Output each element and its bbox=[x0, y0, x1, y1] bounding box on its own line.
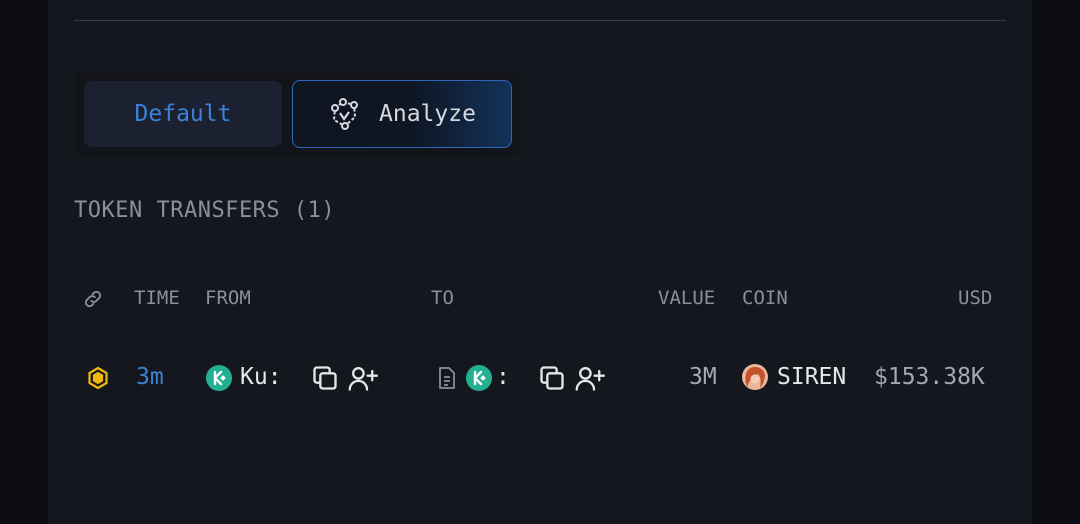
analyze-view-label: Analyze bbox=[379, 101, 476, 127]
from-address-link[interactable]: Ku: bbox=[240, 364, 282, 390]
divider bbox=[74, 20, 1006, 21]
kucoin-logo-icon bbox=[466, 365, 492, 391]
token-transfers-title: TOKEN TRANSFERS (1) bbox=[74, 198, 336, 223]
add-user-icon[interactable] bbox=[575, 364, 605, 392]
add-user-icon[interactable] bbox=[348, 364, 378, 392]
transfer-usd: $153.38K bbox=[874, 364, 985, 390]
header-coin: COIN bbox=[742, 287, 788, 309]
copy-icon[interactable] bbox=[538, 364, 566, 392]
header-time: TIME bbox=[134, 287, 180, 309]
header-value: VALUE bbox=[658, 287, 716, 309]
link-icon bbox=[82, 288, 104, 310]
contract-file-icon bbox=[436, 366, 458, 390]
header-from: FROM bbox=[205, 287, 251, 309]
default-view-label: Default bbox=[134, 101, 232, 127]
analyze-view-button[interactable]: Analyze bbox=[292, 80, 512, 148]
bnb-chain-icon bbox=[86, 366, 110, 390]
header-usd: USD bbox=[958, 287, 993, 309]
transfer-time-link[interactable]: 3m bbox=[136, 364, 164, 390]
view-mode-toggle: Default Analyze bbox=[74, 72, 520, 156]
header-to: TO bbox=[431, 287, 454, 309]
siren-coin-icon bbox=[742, 364, 768, 390]
kucoin-logo-icon bbox=[206, 365, 232, 391]
analyze-network-icon bbox=[327, 97, 361, 131]
to-address-link[interactable]: : bbox=[496, 364, 510, 390]
transaction-panel: Default Analyze TOKEN TRANSFERS (1) TIME… bbox=[48, 0, 1032, 524]
coin-link[interactable]: SIREN bbox=[777, 364, 846, 390]
transfer-value: 3M bbox=[689, 364, 717, 390]
default-view-button[interactable]: Default bbox=[84, 81, 282, 147]
copy-icon[interactable] bbox=[311, 364, 339, 392]
